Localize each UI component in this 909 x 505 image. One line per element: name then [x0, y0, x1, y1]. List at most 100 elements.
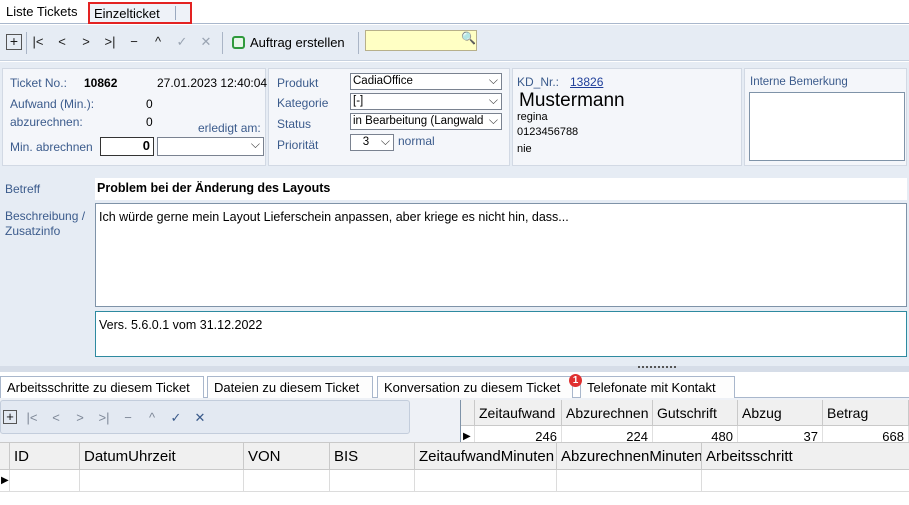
splitter-grip-icon[interactable]: [638, 366, 676, 370]
search-icon[interactable]: 🔍: [461, 31, 476, 45]
category-select[interactable]: [-]: [350, 93, 502, 110]
subject-input[interactable]: Problem bei der Änderung des Layouts: [95, 178, 907, 200]
customer-phone: 0123456788: [517, 126, 579, 138]
effort-value: 0: [146, 97, 153, 111]
status-label: Status: [277, 117, 312, 131]
table-cell[interactable]: [244, 470, 330, 492]
subject-text: Problem bei der Änderung des Layouts: [97, 181, 331, 195]
description-label-line1: Beschreibung /: [5, 209, 86, 223]
column-header-work-step[interactable]: Arbeitsschritt: [702, 443, 909, 470]
description-label-line2: Zusatzinfo: [5, 224, 61, 238]
cancel-edit-icon[interactable]: ✕: [196, 32, 216, 52]
product-select[interactable]: CadiaOffice: [350, 73, 502, 90]
summary-header-deduction[interactable]: Abzug: [738, 400, 823, 426]
save-step-icon[interactable]: ✓: [167, 409, 185, 427]
min-bill-label: Min. abrechnen: [10, 140, 93, 154]
last-step-icon[interactable]: >|: [95, 409, 113, 427]
done-date-label: erledigt am:: [198, 121, 261, 135]
table-cell[interactable]: [702, 470, 909, 492]
tab-single-ticket[interactable]: Einzelticket: [88, 2, 192, 24]
summary-value-effort: 246: [475, 426, 562, 442]
detail-tab-bar: Arbeitsschritte zu diesem Ticket Dateien…: [0, 372, 909, 398]
tab-single-ticket-label: Einzelticket: [94, 6, 160, 21]
summary-grid: Zeitaufwand Abzurechnen Gutschrift Abzug…: [460, 400, 909, 442]
bill-label: abzurechnen:: [10, 115, 83, 129]
min-bill-input[interactable]: 0: [100, 137, 154, 156]
table-cell[interactable]: [330, 470, 415, 492]
add-step-button[interactable]: +: [3, 410, 17, 424]
summary-header-credit[interactable]: Gutschrift: [653, 400, 738, 426]
ticket-number: 10862: [84, 76, 118, 90]
version-text: Vers. 5.6.0.1 vom 31.12.2022: [99, 318, 263, 332]
create-order-button[interactable]: Auftrag erstellen: [232, 32, 345, 54]
summary-row-header: [461, 400, 475, 426]
column-header-effort-minutes[interactable]: ZeitaufwandMinuten: [415, 443, 557, 470]
tab-work-steps[interactable]: Arbeitsschritte zu diesem Ticket: [0, 376, 204, 398]
customer-no-label: KD_Nr.:: [517, 75, 560, 89]
cancel-step-icon[interactable]: ✕: [191, 409, 209, 427]
summary-header-effort[interactable]: Zeitaufwand: [475, 400, 562, 426]
move-up-step-icon[interactable]: ^: [143, 409, 161, 427]
table-cell[interactable]: [557, 470, 702, 492]
add-record-button[interactable]: +: [6, 34, 22, 50]
status-select[interactable]: in Bearbeitung (Langwald: [350, 113, 502, 130]
category-label: Kategorie: [277, 96, 329, 110]
tab-phone-calls[interactable]: Telefonate mit Kontakt: [580, 376, 735, 398]
priority-text: normal: [398, 134, 435, 148]
customer-first-name: regina: [517, 111, 548, 123]
delete-step-icon[interactable]: −: [119, 409, 137, 427]
toolbar-separator: [358, 32, 359, 54]
first-step-icon[interactable]: |<: [23, 409, 41, 427]
remark-input[interactable]: [749, 92, 905, 161]
summary-value-credit: 480: [653, 426, 738, 442]
column-header-to[interactable]: BIS: [330, 443, 415, 470]
summary-value-billable: 224: [562, 426, 653, 442]
table-cell[interactable]: [80, 470, 244, 492]
summary-value-deduction: 37: [738, 426, 823, 442]
work-steps-grid: ID DatumUhrzeit VON BIS ZeitaufwandMinut…: [0, 442, 909, 505]
bill-value: 0: [146, 115, 153, 129]
description-input[interactable]: Ich würde gerne mein Layout Lieferschein…: [95, 203, 907, 307]
customer-name: Mustermann: [519, 90, 625, 111]
order-icon: [232, 36, 245, 49]
save-record-icon[interactable]: ✓: [172, 32, 192, 52]
top-tab-bar: Liste Tickets Einzelticket: [0, 0, 909, 24]
table-cell[interactable]: [10, 470, 80, 492]
last-record-icon[interactable]: >|: [100, 32, 120, 52]
toolbar-separator: [222, 32, 223, 54]
version-input[interactable]: Vers. 5.6.0.1 vom 31.12.2022: [95, 311, 907, 357]
first-record-icon[interactable]: |<: [28, 32, 48, 52]
ticket-no-label: Ticket No.:: [10, 76, 67, 90]
column-header-from[interactable]: VON: [244, 443, 330, 470]
move-up-icon[interactable]: ^: [148, 32, 168, 52]
done-date-picker[interactable]: [157, 137, 264, 156]
previous-record-icon[interactable]: <: [52, 32, 72, 52]
priority-select[interactable]: 3: [350, 134, 394, 151]
customer-extra: nie: [517, 143, 532, 155]
next-record-icon[interactable]: >: [76, 32, 96, 52]
ticket-datetime: 27.01.2023 12:40:04: [157, 76, 268, 90]
remark-label: Interne Bemerkung: [750, 76, 848, 88]
description-text: Ich würde gerne mein Layout Lieferschein…: [99, 210, 569, 224]
detail-row-pointer-icon: ▶: [0, 470, 10, 492]
summary-header-billable[interactable]: Abzurechnen: [562, 400, 653, 426]
delete-record-icon[interactable]: −: [124, 32, 144, 52]
table-cell[interactable]: [415, 470, 557, 492]
tab-files[interactable]: Dateien zu diesem Ticket: [207, 376, 373, 398]
product-label: Produkt: [277, 76, 319, 90]
column-header-billable-minutes[interactable]: AbzurechnenMinuten: [557, 443, 702, 470]
tab-ticket-list[interactable]: Liste Tickets: [0, 2, 86, 24]
column-header-datetime[interactable]: DatumUhrzeit: [80, 443, 244, 470]
detail-row-header: [0, 443, 10, 470]
effort-label: Aufwand (Min.):: [10, 97, 95, 111]
notification-badge: 1: [569, 374, 582, 387]
previous-step-icon[interactable]: <: [47, 409, 65, 427]
summary-header-amount[interactable]: Betrag: [823, 400, 909, 426]
toolbar-separator: [26, 32, 27, 54]
tab-conversation[interactable]: Konversation zu diesem Ticket: [377, 376, 573, 398]
create-order-label: Auftrag erstellen: [250, 35, 345, 50]
column-header-id[interactable]: ID: [10, 443, 80, 470]
customer-no-link[interactable]: 13826: [570, 75, 603, 89]
tab-divider: [175, 6, 176, 20]
next-step-icon[interactable]: >: [71, 409, 89, 427]
